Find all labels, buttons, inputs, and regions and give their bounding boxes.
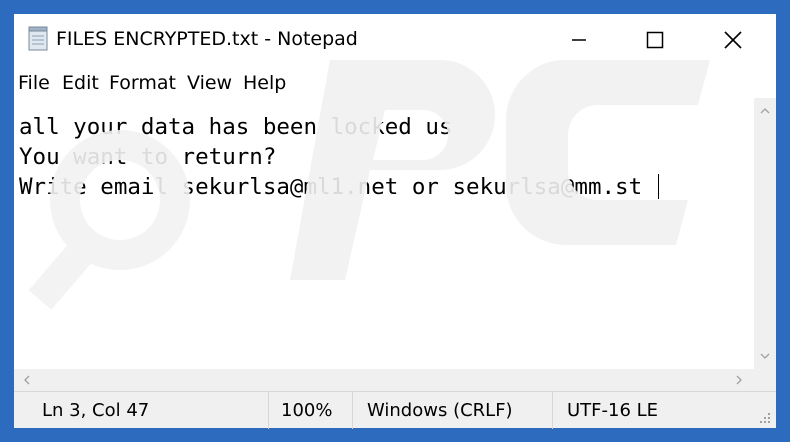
maximize-icon: [646, 31, 664, 49]
editor-line: Write email sekurlsa@ml1.net or sekurlsa…: [19, 174, 643, 200]
status-bar: Ln 3, Col 47 100% Windows (CRLF) UTF-16 …: [14, 391, 776, 429]
chevron-up-icon[interactable]: [760, 107, 770, 115]
menu-bar: File Edit Format View Help: [14, 66, 776, 98]
editor-line: You want to return?: [19, 144, 277, 170]
window-title: FILES ENCRYPTED.txt - Notepad: [56, 28, 358, 50]
text-caret: [658, 174, 659, 199]
minimize-button[interactable]: [550, 14, 608, 66]
chevron-right-icon[interactable]: [735, 375, 743, 385]
minimize-icon: [572, 39, 586, 41]
maximize-button[interactable]: [626, 14, 684, 66]
status-divider: [268, 392, 269, 429]
menu-help[interactable]: Help: [243, 72, 286, 94]
status-zoom: 100%: [281, 400, 333, 421]
close-icon: [724, 31, 742, 49]
chevron-down-icon[interactable]: [760, 352, 770, 360]
text-editor[interactable]: all your data has been locked us You wan…: [14, 98, 754, 369]
vertical-scrollbar[interactable]: [754, 98, 776, 369]
status-divider: [552, 392, 553, 429]
editor-line: all your data has been locked us: [19, 114, 453, 140]
status-cursor-position: Ln 3, Col 47: [42, 400, 150, 421]
close-button[interactable]: [704, 14, 762, 66]
title-bar[interactable]: FILES ENCRYPTED.txt - Notepad: [14, 14, 776, 66]
horizontal-scrollbar[interactable]: [14, 369, 754, 391]
menu-edit[interactable]: Edit: [62, 72, 99, 94]
status-line-endings: Windows (CRLF): [367, 400, 513, 421]
menu-view[interactable]: View: [187, 72, 232, 94]
notepad-icon: [28, 26, 48, 51]
status-encoding: UTF-16 LE: [567, 400, 659, 421]
scrollbar-corner: [754, 369, 776, 391]
menu-format[interactable]: Format: [109, 72, 176, 94]
menu-file[interactable]: File: [18, 72, 50, 94]
chevron-left-icon[interactable]: [23, 375, 31, 385]
resize-grip-icon[interactable]: [759, 412, 771, 424]
notepad-window: FILES ENCRYPTED.txt - Notepad File Edit …: [14, 14, 776, 429]
status-divider: [352, 392, 353, 429]
